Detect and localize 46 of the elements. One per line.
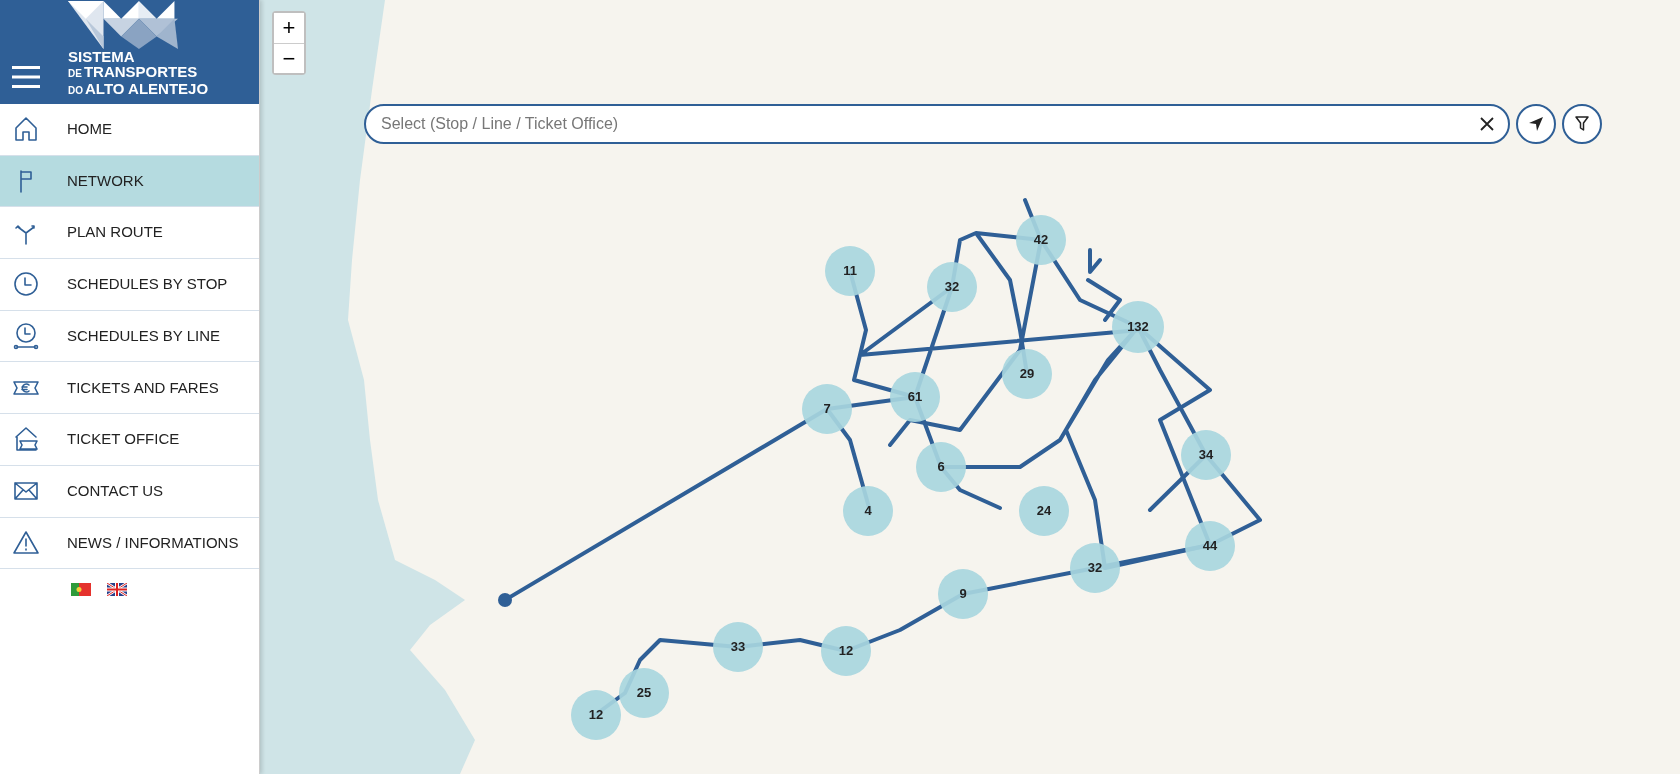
close-icon[interactable] [1480,117,1494,131]
stop-cluster-marker[interactable]: 44 [1185,521,1235,571]
stop-cluster-marker[interactable]: 42 [1016,215,1066,265]
stop-cluster-marker[interactable]: 7 [802,384,852,434]
portuguese-flag-icon[interactable] [71,583,91,597]
stop-cluster-marker[interactable]: 9 [938,569,988,619]
stop-cluster-marker[interactable]: 29 [1002,349,1052,399]
logo-text: DOALTO ALENTEJO [68,81,209,98]
sidebar-item[interactable]: SCHEDULES BY LINE [0,310,259,363]
stop-cluster-marker[interactable]: 32 [1070,543,1120,593]
stop-cluster-marker[interactable]: 12 [571,690,621,740]
zoom-out-button[interactable]: − [274,43,304,73]
stop-cluster-marker[interactable]: 12 [821,626,871,676]
search-field[interactable]: Select (Stop / Line / Ticket Office) [364,104,1510,144]
sidebar-item[interactable]: TICKET OFFICE [0,414,259,466]
clock-line-icon [12,322,40,351]
house-ticket-icon [12,425,40,454]
sidebar-item[interactable]: TICKETS AND FARES [0,362,259,415]
sidebar-item[interactable]: NETWORK [0,155,259,208]
warning-icon [12,528,40,557]
stop-cluster-marker[interactable]: 32 [927,262,977,312]
filter-button[interactable] [1562,104,1602,144]
stop-cluster-marker[interactable]: 24 [1019,486,1069,536]
british-flag-icon[interactable] [107,583,127,597]
logo-text: DETRANSPORTES [68,64,198,81]
stop-cluster-marker[interactable]: 61 [890,372,940,422]
logo-text: SISTEMA [68,49,135,64]
menu-icon[interactable] [12,66,40,88]
stop-cluster-marker[interactable]: 6 [916,442,966,492]
stop-cluster-marker[interactable]: 34 [1181,430,1231,480]
filter-icon [1575,116,1589,132]
sidebar-item[interactable]: PLAN ROUTE [0,207,259,260]
stop-cluster-marker[interactable]: 132 [1112,301,1164,353]
stop-cluster-marker[interactable]: 25 [619,668,669,718]
stop-cluster-marker[interactable]: 4 [843,486,893,536]
home-icon [12,115,40,144]
stop-marker[interactable] [498,593,512,607]
sidebar-item[interactable]: HOME [0,104,259,156]
sidebar-item[interactable]: CONTACT US [0,465,259,518]
locate-button[interactable] [1516,104,1556,144]
sidebar-item[interactable]: SCHEDULES BY STOP [0,259,259,311]
clock-icon [12,270,40,299]
stop-cluster-marker[interactable]: 33 [713,622,763,672]
stop-cluster-marker[interactable]: 11 [825,246,875,296]
sidebar-item[interactable]: NEWS / INFORMATIONS [0,517,259,570]
navigation-arrow-icon [1528,116,1544,132]
